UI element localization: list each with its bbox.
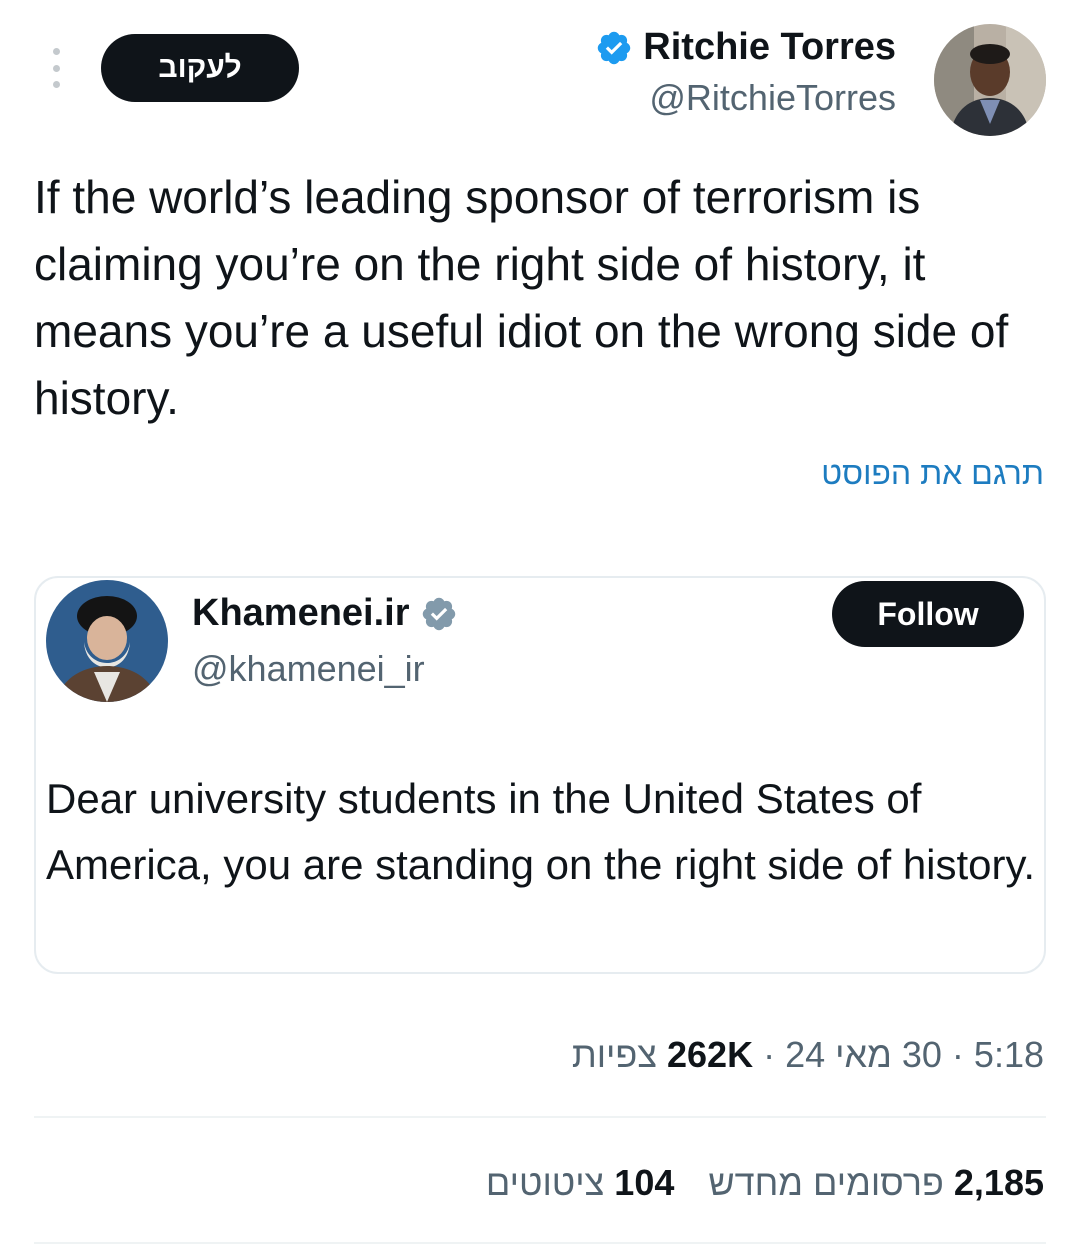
- reposts-stat[interactable]: 2,185 פרסומים מחדש: [708, 1162, 1044, 1204]
- post-date[interactable]: 30 מאי 24: [785, 1034, 942, 1075]
- quoted-author-name[interactable]: Khamenei.ir: [192, 592, 410, 635]
- post-meta: 5:18 · 30 מאי 24 · 262K צפיות: [572, 1034, 1044, 1076]
- avatar[interactable]: [934, 24, 1046, 136]
- author-name[interactable]: Ritchie Torres: [643, 26, 896, 69]
- quotes-stat[interactable]: 104 ציטוטים: [486, 1162, 674, 1204]
- views-count: 262K: [667, 1034, 754, 1075]
- quotes-count: 104: [614, 1162, 675, 1203]
- reposts-label: פרסומים מחדש: [708, 1162, 944, 1203]
- quoted-follow-button[interactable]: Follow: [832, 581, 1024, 647]
- post-author: Ritchie Torres @RitchieTorres: [595, 26, 896, 119]
- views-label: צפיות: [571, 1034, 657, 1075]
- quotes-label: ציטוטים: [485, 1162, 605, 1203]
- more-options-icon[interactable]: [48, 48, 64, 88]
- divider: [34, 1116, 1046, 1118]
- divider: [34, 1242, 1046, 1244]
- verified-gray-badge-icon: [422, 597, 455, 630]
- quoted-post-text: Dear university students in the United S…: [46, 775, 1036, 888]
- author-handle[interactable]: @RitchieTorres: [595, 77, 896, 119]
- quoted-author-handle[interactable]: @khamenei_ir: [192, 648, 425, 690]
- post-text: If the world’s leading sponsor of terror…: [34, 171, 1009, 424]
- verified-badge-icon: [598, 31, 631, 64]
- post-time[interactable]: 5:18: [974, 1034, 1044, 1075]
- follow-button[interactable]: לעקוב: [101, 34, 299, 102]
- quoted-post-card[interactable]: Khamenei.ir @khamenei_ir Follow Dear uni…: [34, 576, 1046, 974]
- post-stats: 2,185 פרסומים מחדש 104 ציטוטים: [486, 1162, 1044, 1204]
- translate-post-link[interactable]: תרגם את הפוסט: [821, 455, 1044, 492]
- meta-separator: ·: [763, 1034, 776, 1075]
- meta-separator: ·: [951, 1034, 964, 1075]
- quoted-avatar[interactable]: [46, 580, 168, 702]
- reposts-count: 2,185: [953, 1162, 1044, 1203]
